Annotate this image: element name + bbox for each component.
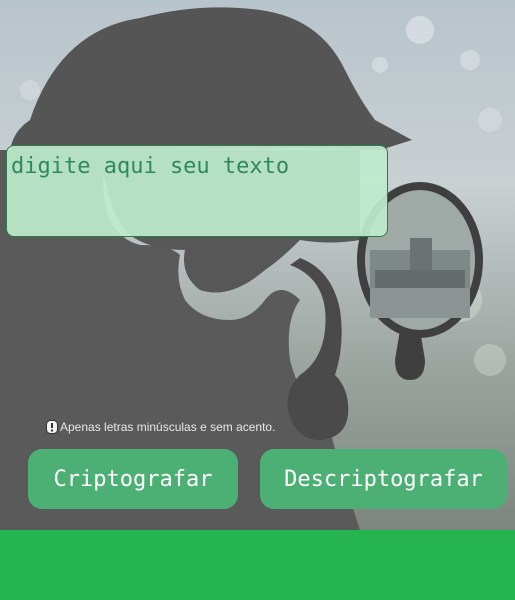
input-hint: Apenas letras minúsculas e sem acento.: [46, 419, 275, 435]
footer-bar: [0, 530, 515, 600]
decrypt-button[interactable]: Descriptografar: [260, 449, 507, 509]
encrypt-button[interactable]: Criptografar: [28, 449, 238, 509]
info-exclamation-icon: [46, 420, 58, 434]
input-hint-text: Apenas letras minúsculas e sem acento.: [60, 420, 276, 434]
app-page: Apenas letras minúsculas e sem acento. C…: [0, 0, 515, 600]
message-textarea[interactable]: [6, 145, 388, 237]
